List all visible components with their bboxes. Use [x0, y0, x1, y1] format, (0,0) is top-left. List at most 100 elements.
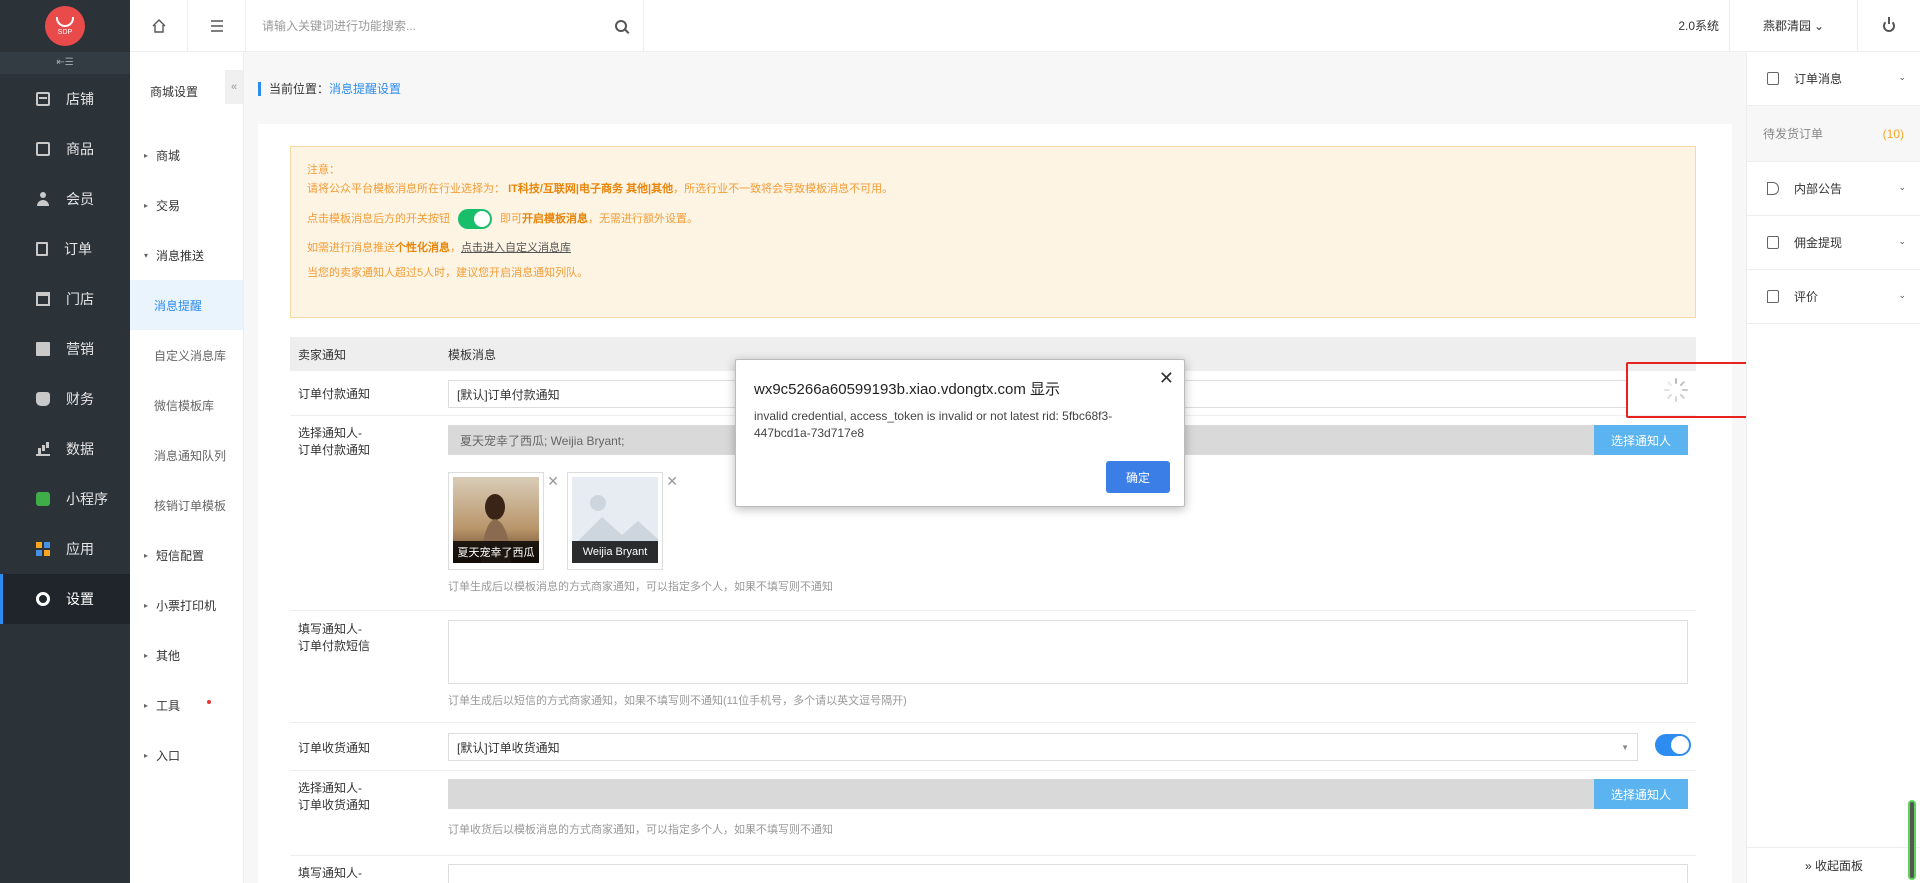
ok-button[interactable]: 确定: [1106, 461, 1170, 493]
submenu-item-tools[interactable]: ▸ 工具: [130, 680, 243, 730]
clipboard-icon: [1767, 72, 1779, 85]
store-icon: [36, 92, 50, 106]
notice-box: 注意： 请将公众平台模板消息所在行业选择为： IT科技/互联网|电子商务 其他|…: [290, 146, 1696, 318]
recv-sms-phone-textarea[interactable]: [448, 864, 1688, 883]
gear-icon: [36, 592, 50, 606]
caret-right-icon: ▸: [144, 600, 149, 610]
sidebar-collapse-button[interactable]: ⇤☰: [0, 52, 130, 74]
custom-message-library-link[interactable]: 点击进入自定义消息库: [461, 242, 571, 254]
pay-select-label: 选择通知人- 订单付款通知: [298, 426, 371, 457]
breadcrumb-current[interactable]: 消息提醒设置: [329, 82, 401, 96]
nav-item-data[interactable]: 数据: [0, 424, 130, 474]
money-bag-icon: [36, 392, 50, 406]
pay-notice-hint: 订单生成后以模板消息的方式商家通知，可以指定多个人，如果不填写则不通知: [448, 581, 833, 593]
caret-right-icon: ▸: [144, 200, 149, 210]
apps-icon: [36, 542, 50, 556]
nav-item-member[interactable]: 会员: [0, 174, 130, 224]
submenu-item-wechat-template-library[interactable]: 微信模板库: [130, 380, 243, 430]
speaker-icon: [1767, 182, 1779, 195]
alert-dialog: wx9c5266a60599193b.xiao.vdongtx.com 显示 ✕…: [735, 359, 1185, 507]
recv-notice-select[interactable]: [默认]订单收货通知 ▼: [448, 733, 1638, 761]
remove-notifier-icon[interactable]: ✕: [547, 473, 559, 490]
version-label[interactable]: 2.0系统: [1668, 0, 1730, 52]
logout-button[interactable]: [1858, 0, 1920, 52]
nav-item-miniprogram[interactable]: 小程序: [0, 474, 130, 524]
caret-right-icon: ▸: [144, 150, 149, 160]
submenu-item-push[interactable]: ▾ 消息推送: [130, 230, 243, 280]
caret-right-icon: ▸: [144, 750, 149, 760]
loading-spinner-icon: [1664, 378, 1688, 402]
close-icon[interactable]: ✕: [1159, 368, 1174, 389]
pay-sms-phone-textarea[interactable]: [448, 620, 1688, 684]
recv-selected-names: [448, 779, 1596, 809]
recv-sms-label: 填写通知人-: [298, 866, 362, 880]
nav-item-settings[interactable]: 设置: [0, 574, 130, 624]
dialog-title: wx9c5266a60599193b.xiao.vdongtx.com 显示: [754, 381, 1061, 398]
remove-notifier-icon[interactable]: ✕: [666, 473, 678, 490]
chevron-down-icon: ⌄: [1813, 18, 1825, 33]
wallet-icon: [1767, 236, 1779, 249]
select-notifier-button[interactable]: 选择通知人: [1594, 779, 1688, 809]
caret-right-icon: ▸: [144, 550, 149, 560]
notifier-avatar-card: 夏天宠幸了西瓜 ✕: [448, 472, 559, 570]
internal-announcement-section[interactable]: 内部公告 ⌄: [1747, 162, 1920, 216]
pending-shipment-orders[interactable]: 待发货订单 (10): [1747, 106, 1920, 162]
select-notifier-button[interactable]: 选择通知人: [1594, 425, 1688, 455]
submenu-item-custom-message-library[interactable]: 自定义消息库: [130, 330, 243, 380]
goods-icon: [36, 142, 50, 156]
chevron-down-icon: ⌄: [1898, 236, 1906, 246]
shop-icon: [36, 292, 50, 306]
pay-notice-label: 订单付款通知: [298, 387, 371, 401]
dialog-message: invalid credential, access_token is inva…: [754, 409, 1113, 440]
nav-item-store[interactable]: 店铺: [0, 74, 130, 124]
notifier-avatar-card: Weijia Bryant ✕: [567, 472, 678, 570]
home-button[interactable]: [130, 0, 188, 52]
submenu-item-sms-config[interactable]: ▸ 短信配置: [130, 530, 243, 580]
menu-toggle-button[interactable]: [188, 0, 246, 52]
breadcrumb: 当前位置：消息提醒设置: [258, 82, 401, 96]
main-sidebar: SDP ⇤☰ 店铺 商品 会员 订单 门店 营销 财务 数据 小程序 应用 设置: [0, 0, 130, 883]
caret-right-icon: ▸: [144, 650, 149, 660]
app-logo[interactable]: SDP: [0, 0, 130, 52]
order-messages-section[interactable]: 订单消息 ⌄: [1747, 52, 1920, 106]
pay-sms-hint: 订单生成后以短信的方式商家通知，如果不填写则不通知(11位手机号，多个请以英文逗…: [448, 695, 907, 707]
submenu-item-notification-queue[interactable]: 消息通知队列: [130, 430, 243, 480]
submenu-item-trade[interactable]: ▸ 交易: [130, 180, 243, 230]
nav-item-order[interactable]: 订单: [0, 224, 130, 274]
submenu-item-message-remind[interactable]: 消息提醒: [130, 280, 243, 330]
comment-icon: [1767, 290, 1779, 303]
example-toggle: [458, 209, 492, 229]
submenu-item-mall[interactable]: ▸ 商城: [130, 130, 243, 180]
caret-down-icon: ▾: [144, 250, 149, 260]
caret-down-icon: ▼: [1621, 743, 1629, 752]
review-section[interactable]: 评价 ⌄: [1747, 270, 1920, 324]
nav-item-marketing[interactable]: 营销: [0, 324, 130, 374]
chevron-down-icon: ⌄: [1898, 72, 1906, 82]
nav-item-finance[interactable]: 财务: [0, 374, 130, 424]
submenu-item-verify-order-template[interactable]: 核销订单模板: [130, 480, 243, 530]
nav-item-goods[interactable]: 商品: [0, 124, 130, 174]
nav-item-shop[interactable]: 门店: [0, 274, 130, 324]
submenu-fold-button[interactable]: «: [225, 70, 243, 104]
submenu-item-receipt-printer[interactable]: ▸ 小票打印机: [130, 580, 243, 630]
recv-notice-toggle[interactable]: [1655, 734, 1691, 756]
chevron-down-icon: ⌄: [1898, 182, 1906, 192]
search-icon[interactable]: [615, 19, 627, 32]
submenu-item-entry[interactable]: ▸ 入口: [130, 730, 243, 780]
logo-icon: SDP: [45, 6, 85, 46]
gift-icon: [36, 342, 50, 356]
page-scrollbar[interactable]: [1908, 800, 1916, 880]
user-icon: [36, 192, 50, 206]
submenu-item-other[interactable]: ▸ 其他: [130, 630, 243, 680]
search-input[interactable]: [262, 18, 582, 33]
settings-submenu: 商城设置 « ▸ 商城 ▸ 交易 ▾ 消息推送 消息提醒 自定义消息库 微信模板库 消…: [130, 0, 244, 883]
hamburger-icon: [210, 19, 223, 32]
user-menu[interactable]: 燕郡清园 ⌄: [1730, 0, 1858, 52]
collapse-panel-button[interactable]: » 收起面板: [1747, 847, 1920, 883]
pending-count-badge: (10): [1882, 126, 1904, 141]
commission-withdrawal-section[interactable]: 佣金提现 ⌄: [1747, 216, 1920, 270]
function-search: [246, 0, 644, 52]
caret-right-icon: ▸: [144, 700, 149, 710]
nav-item-apps[interactable]: 应用: [0, 524, 130, 574]
right-panel: 订单消息 ⌄ 待发货订单 (10) 内部公告 ⌄ 佣金提现 ⌄ 评价 ⌄ » 收起面板: [1746, 52, 1920, 883]
